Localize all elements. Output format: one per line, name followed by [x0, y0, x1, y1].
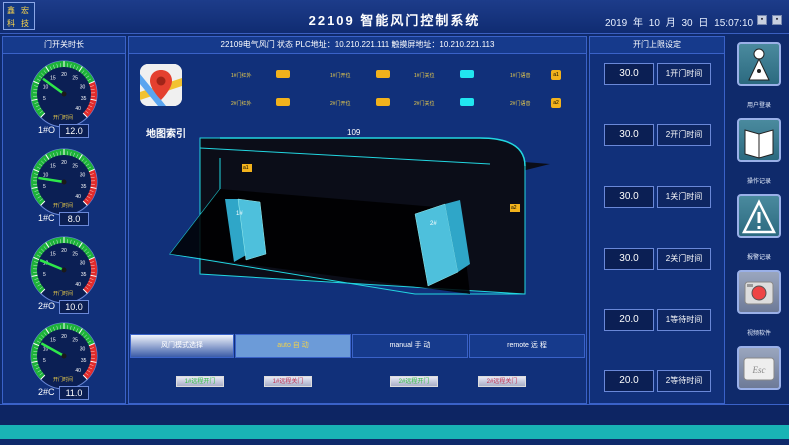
- side-button-label: 报警记录: [746, 255, 771, 261]
- gauge-tick-label: 5: [43, 184, 46, 190]
- gauge-tick-label: 40: [75, 282, 81, 288]
- gauge-tick-label: 40: [75, 106, 81, 112]
- gauge-tick-label: 30: [80, 84, 86, 90]
- gauge-tick-label: 20: [61, 334, 67, 340]
- gauge-tick-label: 30: [80, 260, 86, 266]
- gauge-tick-label: 30: [80, 346, 86, 352]
- bottom-status-bar: [0, 425, 789, 439]
- gauge-name: 2#O: [38, 301, 56, 311]
- limit-value-input[interactable]: 30.0: [604, 124, 654, 146]
- door-number: 1#: [236, 211, 243, 217]
- gauge-tick-label: 15: [50, 251, 56, 257]
- side-button[interactable]: [737, 42, 781, 86]
- side-button[interactable]: [737, 270, 781, 314]
- side-button[interactable]: [737, 194, 781, 238]
- door1-close-button[interactable]: 1#远程关门: [264, 376, 312, 387]
- limit-label: 1关门时间: [657, 186, 711, 208]
- datetime-display: 2019 年 10 月 30 日 15:07:10: [605, 18, 754, 29]
- limit-value-input[interactable]: 30.0: [604, 63, 654, 85]
- status-header: 22109电气风门 状态 PLC地址：10.210.221.111 触摸屏地址：…: [129, 37, 586, 54]
- svg-text:Esc: Esc: [752, 365, 766, 375]
- gauge-tick-label: 15: [50, 337, 56, 343]
- gauge-caption: 开门时间: [52, 377, 73, 383]
- tunnel-scene: [169, 137, 550, 295]
- gauge-value: 12.0: [59, 124, 89, 138]
- panel-title: 开门上限设定: [590, 37, 724, 54]
- mode-manual-tab[interactable]: manual 手 动: [352, 334, 468, 358]
- minimize-button[interactable]: ▪: [757, 15, 767, 25]
- gauge-tick-label: 25: [72, 163, 78, 169]
- gauge-tick-label: 5: [43, 272, 46, 278]
- gauge-tick-label: 35: [81, 184, 87, 190]
- side-button-label: 视频软件: [746, 331, 771, 337]
- gauge-tick-label: 20: [61, 160, 67, 166]
- gauge-tick-label: 20: [61, 72, 67, 78]
- door-tag: a1: [243, 165, 249, 171]
- gauge-tick-label: 25: [72, 337, 78, 343]
- limit-value-input[interactable]: 20.0: [604, 309, 654, 331]
- gauge-name: 1#C: [38, 213, 55, 223]
- door-tag: a2: [511, 205, 517, 211]
- mode-select-title: 风门模式选择: [130, 334, 234, 358]
- gauge-tick-label: 35: [81, 272, 87, 278]
- limit-label: 2关门时间: [657, 248, 711, 270]
- side-button-label: 用户登录: [746, 103, 771, 109]
- gauge-tick-label: 10: [43, 84, 49, 90]
- gauge-value: 11.0: [59, 386, 89, 400]
- user-login-icon: [748, 48, 770, 81]
- door1-open-button[interactable]: 1#远程开门: [176, 376, 224, 387]
- side-button[interactable]: [737, 118, 781, 162]
- gauge-tick-label: 5: [43, 96, 46, 102]
- esc-key-icon: Esc: [743, 357, 775, 381]
- gauge-tick-label: 15: [50, 163, 56, 169]
- warning-icon: [741, 199, 777, 234]
- close-button[interactable]: ▪: [772, 15, 782, 25]
- door2-close-button[interactable]: 2#远程关门: [478, 376, 526, 387]
- gauge-caption: 开门时间: [52, 291, 73, 297]
- camera-icon: [744, 281, 774, 305]
- mode-remote-tab[interactable]: remote 远 程: [469, 334, 585, 358]
- limit-label: 1开门时间: [657, 63, 711, 85]
- book-icon: [744, 129, 774, 159]
- gauge-value: 8.0: [59, 212, 89, 226]
- gauge-tick-label: 25: [72, 251, 78, 257]
- gauge-tick-label: 5: [43, 358, 46, 364]
- limit-label: 2开门时间: [657, 124, 711, 146]
- gauge-tick-label: 15: [50, 75, 56, 81]
- footer-strip: [0, 404, 789, 425]
- panel-title: 门开关时长: [3, 37, 125, 54]
- side-button-label: 操作记录: [746, 179, 771, 185]
- gauge-value: 10.0: [59, 300, 89, 314]
- gauge-tick-label: 40: [75, 194, 81, 200]
- door2-open-button[interactable]: 2#远程开门: [390, 376, 438, 387]
- gauge-name: 1#O: [38, 125, 56, 135]
- limit-label: 1等待时间: [657, 309, 711, 331]
- exit-button[interactable]: Esc: [737, 346, 781, 390]
- open-limit-panel: 开门上限设定: [589, 36, 725, 404]
- gauge-tick-label: 35: [81, 358, 87, 364]
- gauge-caption: 开门时间: [52, 203, 73, 209]
- gauge-caption: 开门时间: [52, 115, 73, 121]
- gauge-tick-label: 10: [43, 172, 49, 178]
- gauge-tick-label: 40: [75, 368, 81, 374]
- gauge-tick-label: 25: [72, 75, 78, 81]
- door-number: 2#: [430, 221, 437, 227]
- limit-value-input[interactable]: 20.0: [604, 370, 654, 392]
- limit-value-input[interactable]: 30.0: [604, 248, 654, 270]
- limit-label: 2等待时间: [657, 370, 711, 392]
- mode-auto-tab[interactable]: auto 自 动: [235, 334, 351, 358]
- gauge-tick-label: 30: [80, 172, 86, 178]
- gauge-tick-label: 20: [61, 248, 67, 254]
- gauge-tick-label: 35: [81, 96, 87, 102]
- gauge-name: 2#C: [38, 387, 55, 397]
- limit-value-input[interactable]: 30.0: [604, 186, 654, 208]
